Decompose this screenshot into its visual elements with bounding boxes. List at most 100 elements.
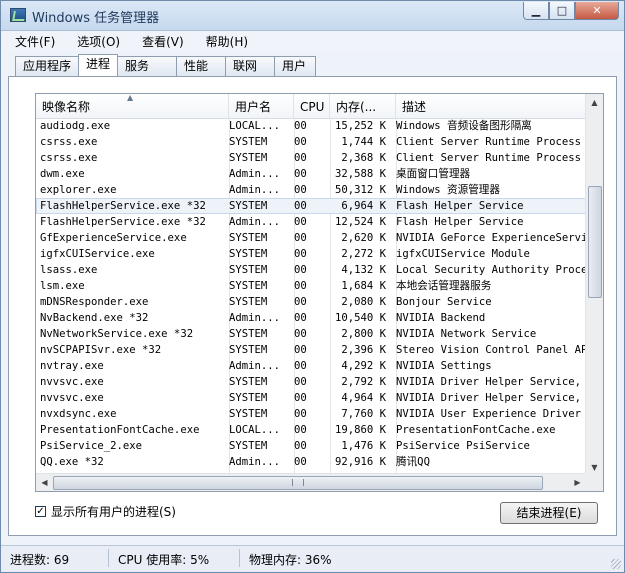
process-user-cell: SYSTEM bbox=[229, 152, 268, 164]
process-row[interactable]: nvvsvc.exe SYSTEM 00 4,964 K NVIDIA Driver H… bbox=[36, 390, 586, 406]
process-row[interactable]: PsiService_2.exe SYSTEM 00 1,476 K PsiServic… bbox=[36, 438, 586, 454]
process-description-cell: NVIDIA Driver Helper Service, V bbox=[396, 392, 586, 404]
process-description-cell: 桌面窗口管理器 bbox=[396, 168, 471, 180]
process-name-cell: NvBackend.exe *32 bbox=[40, 312, 149, 324]
process-user-cell: SYSTEM bbox=[229, 296, 268, 308]
status-cpu-usage: CPU 使用率: 5% bbox=[118, 553, 210, 567]
menu-help[interactable]: 帮助(H) bbox=[192, 31, 256, 51]
tab-users[interactable]: 用户 bbox=[274, 56, 317, 76]
process-row[interactable]: mDNSResponder.exe SYSTEM 00 2,080 K Bonjour … bbox=[36, 294, 586, 310]
title-bar[interactable]: Windows 任务管理器 ▁ □ ✕ bbox=[1, 1, 624, 31]
process-cpu-cell: 00 bbox=[294, 344, 307, 356]
tab-strip: 应用程序 进程 服务 性能 联网 用户 bbox=[15, 54, 317, 76]
process-memory-cell: 19,860 K bbox=[334, 424, 386, 436]
process-name-cell: mDNSResponder.exe bbox=[40, 296, 149, 308]
process-cpu-cell: 00 bbox=[294, 408, 307, 420]
process-row[interactable]: csrss.exe SYSTEM 00 1,744 K Client Server Ru… bbox=[36, 134, 586, 150]
process-memory-cell: 92,916 K bbox=[334, 456, 386, 468]
process-cpu-cell: 00 bbox=[294, 296, 307, 308]
process-row[interactable]: lsass.exe SYSTEM 00 4,132 K Local Security A… bbox=[36, 262, 586, 278]
process-row[interactable]: explorer.exe Admin... 00 50,312 K Windows 资源… bbox=[36, 182, 586, 198]
column-header-memory[interactable]: 内存(... bbox=[330, 94, 396, 118]
process-name-cell: nvvsvc.exe bbox=[40, 376, 104, 388]
tab-services[interactable]: 服务 bbox=[117, 56, 178, 76]
process-description-cell: 本地会话管理器服务 bbox=[396, 280, 492, 292]
process-cpu-cell: 00 bbox=[294, 440, 307, 452]
vertical-scrollbar[interactable]: ▲ ▼ bbox=[585, 94, 603, 476]
column-header-image-name[interactable]: ▲ 映像名称 bbox=[36, 94, 229, 118]
process-row[interactable]: csrss.exe SYSTEM 00 2,368 K Client Server Ru… bbox=[36, 150, 586, 166]
process-description-cell: Client Server Runtime Process bbox=[396, 152, 581, 164]
process-description-cell: Windows 资源管理器 bbox=[396, 184, 500, 196]
process-row[interactable]: NvBackend.exe *32 Admin... 00 10,540 K NVIDI… bbox=[36, 310, 586, 326]
process-user-cell: SYSTEM bbox=[229, 408, 268, 420]
process-name-cell: PsiService_2.exe bbox=[40, 440, 143, 452]
column-header-description[interactable]: 描述 bbox=[396, 94, 586, 118]
tab-processes[interactable]: 进程 bbox=[78, 54, 119, 76]
scroll-left-icon[interactable]: ◀ bbox=[36, 474, 53, 491]
process-row[interactable]: nvxdsync.exe SYSTEM 00 7,760 K NVIDIA User E… bbox=[36, 406, 586, 422]
process-cpu-cell: 00 bbox=[294, 152, 307, 164]
process-user-cell: Admin... bbox=[229, 168, 281, 180]
menu-options[interactable]: 选项(O) bbox=[63, 31, 128, 51]
process-row[interactable]: nvvsvc.exe SYSTEM 00 2,792 K NVIDIA Driver H… bbox=[36, 374, 586, 390]
process-cpu-cell: 00 bbox=[294, 328, 307, 340]
minimize-button[interactable]: ▁ bbox=[523, 2, 549, 20]
show-all-users-option[interactable]: ✓ 显示所有用户的进程(S) bbox=[35, 503, 176, 520]
column-header-user[interactable]: 用户名 bbox=[229, 94, 294, 118]
process-memory-cell: 4,964 K bbox=[341, 392, 386, 404]
menu-file[interactable]: 文件(F) bbox=[1, 31, 63, 51]
tab-networking[interactable]: 联网 bbox=[225, 56, 276, 76]
horizontal-scrollbar[interactable]: ◀ ▶ bbox=[36, 473, 586, 491]
process-row[interactable]: PresentationFontCache.exe LOCAL... 00 19,86… bbox=[36, 422, 586, 438]
process-memory-cell: 7,760 K bbox=[341, 408, 386, 420]
process-name-cell: explorer.exe bbox=[40, 184, 117, 196]
menu-view[interactable]: 查看(V) bbox=[128, 31, 192, 51]
process-user-cell: Admin... bbox=[229, 360, 281, 372]
process-row[interactable]: nvSCPAPISvr.exe *32 SYSTEM 00 2,396 K Stereo… bbox=[36, 342, 586, 358]
process-cpu-cell: 00 bbox=[294, 424, 307, 436]
process-row[interactable]: igfxCUIService.exe SYSTEM 00 2,272 K igfxCUI… bbox=[36, 246, 586, 262]
process-user-cell: SYSTEM bbox=[229, 392, 268, 404]
process-cpu-cell: 00 bbox=[294, 136, 307, 148]
process-cpu-cell: 00 bbox=[294, 264, 307, 276]
vertical-scroll-thumb[interactable] bbox=[588, 186, 602, 298]
scroll-up-icon[interactable]: ▲ bbox=[586, 94, 603, 111]
process-user-cell: SYSTEM bbox=[229, 232, 268, 244]
process-memory-cell: 2,080 K bbox=[341, 296, 386, 308]
process-user-cell: SYSTEM bbox=[229, 376, 268, 388]
column-header-cpu[interactable]: CPU bbox=[294, 94, 330, 118]
process-row[interactable]: GfExperienceService.exe SYSTEM 00 2,620 K NV… bbox=[36, 230, 586, 246]
sort-ascending-icon: ▲ bbox=[127, 93, 134, 102]
process-row[interactable]: nvtray.exe Admin... 00 4,292 K NVIDIA Settin… bbox=[36, 358, 586, 374]
tab-applications[interactable]: 应用程序 bbox=[15, 56, 80, 76]
process-name-cell: GfExperienceService.exe bbox=[40, 232, 187, 244]
process-memory-cell: 1,744 K bbox=[341, 136, 386, 148]
show-all-users-checkbox[interactable]: ✓ bbox=[35, 506, 46, 517]
process-name-cell: QQ.exe *32 bbox=[40, 456, 104, 468]
close-button[interactable]: ✕ bbox=[575, 2, 619, 20]
process-row[interactable]: dwm.exe Admin... 00 32,588 K 桌面窗口管理器 bbox=[36, 166, 586, 182]
tab-performance[interactable]: 性能 bbox=[176, 56, 227, 76]
process-list[interactable]: ▲ 映像名称 用户名 CPU 内存(... 描述 audiodg.exe LOCA… bbox=[35, 93, 604, 492]
process-name-cell: lsass.exe bbox=[40, 264, 98, 276]
process-row[interactable]: QQ.exe *32 Admin... 00 92,916 K 腾讯QQ bbox=[36, 454, 586, 470]
process-cpu-cell: 00 bbox=[294, 200, 307, 212]
process-description-cell: Stereo Vision Control Panel API bbox=[396, 344, 586, 356]
menu-bar: 文件(F) 选项(O) 查看(V) 帮助(H) bbox=[1, 31, 624, 51]
horizontal-scroll-thumb[interactable] bbox=[53, 476, 543, 490]
process-row[interactable]: FlashHelperService.exe *32 SYSTEM 00 6,964 … bbox=[36, 198, 586, 214]
maximize-button[interactable]: □ bbox=[549, 2, 575, 20]
process-name-cell: nvxdsync.exe bbox=[40, 408, 117, 420]
resize-grip-icon[interactable] bbox=[611, 559, 621, 569]
process-row[interactable]: lsm.exe SYSTEM 00 1,684 K 本地会话管理器服务 bbox=[36, 278, 586, 294]
process-user-cell: Admin... bbox=[229, 184, 281, 196]
process-user-cell: Admin... bbox=[229, 216, 281, 228]
scroll-right-icon[interactable]: ▶ bbox=[569, 474, 586, 491]
process-cpu-cell: 00 bbox=[294, 168, 307, 180]
end-process-button[interactable]: 结束进程(E) bbox=[500, 502, 598, 524]
process-row[interactable]: audiodg.exe LOCAL... 00 15,252 K Windows 音频设… bbox=[36, 118, 586, 134]
process-row[interactable]: NvNetworkService.exe *32 SYSTEM 00 2,800 K N… bbox=[36, 326, 586, 342]
process-user-cell: LOCAL... bbox=[229, 120, 281, 132]
process-row[interactable]: FlashHelperService.exe *32 Admin... 00 12,5… bbox=[36, 214, 586, 230]
